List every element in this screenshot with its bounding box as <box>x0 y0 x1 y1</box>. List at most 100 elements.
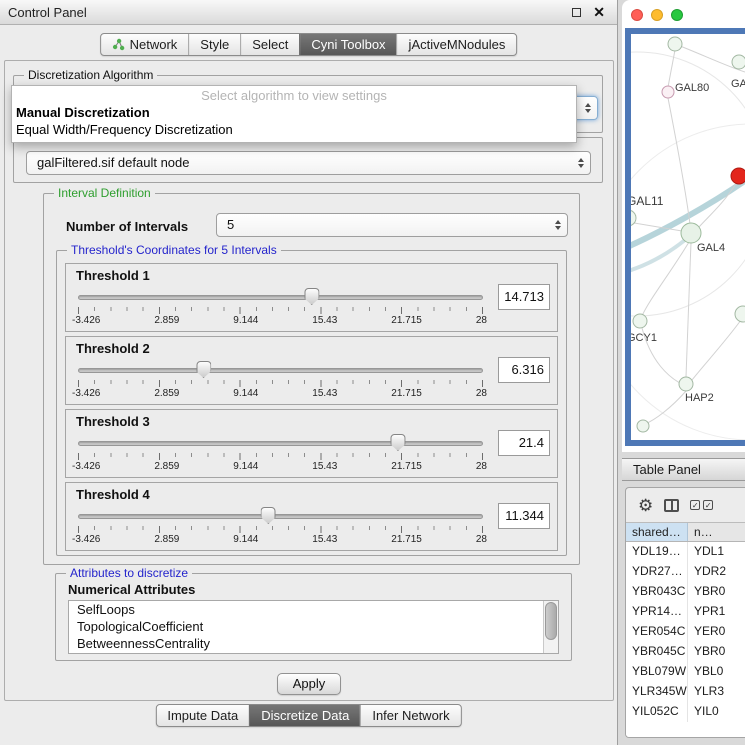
tab-select[interactable]: Select <box>240 34 299 55</box>
tab-infer-network[interactable]: Infer Network <box>360 705 460 726</box>
minimize-traffic-icon[interactable] <box>651 9 663 21</box>
table-row[interactable]: YDR27…YDR2 <box>626 562 745 582</box>
tick-label: 15.43 <box>312 534 337 545</box>
table-panel-title: Table Panel <box>633 462 701 477</box>
combo-arrows-icon <box>555 220 561 230</box>
slider-track[interactable] <box>78 295 483 300</box>
threshold-1-slider[interactable]: -3.4262.8599.14415.4321.71528 <box>78 286 483 330</box>
node-label[interactable]: GCY1 <box>631 332 657 344</box>
threshold-label: Threshold 2 <box>76 341 150 356</box>
table-data-combo[interactable]: galFiltered.sif default node <box>26 151 591 175</box>
table-row[interactable]: YER054CYER0 <box>626 622 745 642</box>
threshold-3-value-field[interactable]: 21.4 <box>498 430 550 456</box>
table-row[interactable]: YLR345WYLR3 <box>626 682 745 702</box>
slider-track[interactable] <box>78 368 483 373</box>
tick-label: 2.859 <box>154 388 179 399</box>
threshold-2-value-field[interactable]: 6.316 <box>498 357 550 383</box>
column-header-name[interactable]: n… <box>688 523 745 541</box>
combo-arrows-icon <box>585 103 591 113</box>
dropdown-option-manual-discretization[interactable]: Manual Discretization <box>12 104 576 121</box>
tab-label: Discretize Data <box>261 708 349 723</box>
slider-ticks-major <box>78 526 483 533</box>
node-label[interactable]: GAL11 <box>631 194 663 208</box>
tick-label: 28 <box>476 388 487 399</box>
close-icon[interactable]: ✕ <box>593 5 605 19</box>
attribute-item[interactable]: TopologicalCoefficient <box>69 618 558 635</box>
table-row[interactable]: YBL079WYBL0 <box>626 662 745 682</box>
threshold-2-slider[interactable]: -3.4262.8599.14415.4321.71528 <box>78 359 483 403</box>
apply-button[interactable]: Apply <box>277 673 341 695</box>
checkbox-icon[interactable]: ✓ <box>690 500 700 510</box>
interval-definition-group: Interval Definition Number of Intervals … <box>43 193 580 565</box>
slider-track[interactable] <box>78 514 483 519</box>
tab-jactivemnodules[interactable]: jActiveMNodules <box>397 34 517 55</box>
table-row[interactable]: YBR045CYBR0 <box>626 642 745 662</box>
network-graph <box>631 34 745 440</box>
table-cell: YER054C <box>626 622 688 642</box>
tick-label: 28 <box>476 315 487 326</box>
tab-impute-data[interactable]: Impute Data <box>156 705 249 726</box>
table-data-group: Table Data galFiltered.sif default node <box>13 137 603 183</box>
number-of-intervals-combo[interactable]: 5 <box>216 213 568 237</box>
tick-label: 2.859 <box>154 315 179 326</box>
tab-label: Infer Network <box>372 708 449 723</box>
tab-style[interactable]: Style <box>188 34 240 55</box>
attribute-item[interactable]: BetweennessCentrality <box>69 635 558 652</box>
tick-labels: -3.4262.8599.14415.4321.71528 <box>72 315 487 326</box>
slider-thumb[interactable] <box>261 507 276 524</box>
slider-ticks-major <box>78 307 483 314</box>
node-label[interactable]: HAP2 <box>685 392 714 404</box>
scrollbar-thumb[interactable] <box>545 602 557 640</box>
table-row[interactable]: YIL052CYIL0 <box>626 702 745 722</box>
slider-thumb[interactable] <box>304 288 319 305</box>
close-traffic-icon[interactable] <box>631 9 643 21</box>
list-scrollbar[interactable] <box>543 601 558 653</box>
dropdown-option-equal-width-frequency[interactable]: Equal Width/Frequency Discretization <box>12 121 576 138</box>
tick-label: 21.715 <box>391 534 422 545</box>
threshold-1-value-field[interactable]: 14.713 <box>498 284 550 310</box>
table-toolbar: ⚙ ✓ ✓ <box>626 488 745 522</box>
threshold-4-slider[interactable]: -3.4262.8599.14415.4321.71528 <box>78 505 483 549</box>
tick-labels: -3.4262.8599.14415.4321.71528 <box>72 534 487 545</box>
attribute-item[interactable]: SelfLoops <box>69 601 558 618</box>
slider-thumb[interactable] <box>196 361 211 378</box>
gear-icon[interactable]: ⚙ <box>638 497 653 514</box>
network-canvas[interactable]: GAL80 GA GAL11 GAL4 GCY1 HAP2 <box>631 34 745 440</box>
table-row[interactable]: YBR043CYBR0 <box>626 582 745 602</box>
table-row[interactable]: YPR145WYPR1 <box>626 602 745 622</box>
tab-cyni-toolbox[interactable]: Cyni Toolbox <box>299 34 396 55</box>
table-body: YDL19…YDL1YDR27…YDR2YBR043CYBR0YPR145WYP… <box>626 542 745 738</box>
dropdown-placeholder: Select algorithm to view settings <box>12 87 576 104</box>
table-row[interactable]: YDL19…YDL1 <box>626 542 745 562</box>
tab-discretize-data[interactable]: Discretize Data <box>249 705 360 726</box>
threshold-label: Threshold 3 <box>76 414 150 429</box>
threshold-4-panel: Threshold 4 -3.4262.8599.14415.4321.7152… <box>65 482 558 551</box>
tab-network[interactable]: Network <box>101 34 189 55</box>
table-cell: YPR1 <box>688 602 745 622</box>
slider-thumb[interactable] <box>390 434 405 451</box>
group-title: Attributes to discretize <box>66 566 192 580</box>
table-cell: YBL079W <box>626 662 688 682</box>
tick-label: 28 <box>476 534 487 545</box>
threshold-4-value-field[interactable]: 11.344 <box>498 503 550 529</box>
numerical-attributes-list[interactable]: SelfLoopsTopologicalCoefficientBetweenne… <box>68 600 559 654</box>
threshold-label: Threshold 1 <box>76 268 150 283</box>
zoom-traffic-icon[interactable] <box>671 9 683 21</box>
node-label[interactable]: GAL80 <box>675 82 709 94</box>
threshold-2-panel: Threshold 2 -3.4262.8599.14415.4321.7152… <box>65 336 558 405</box>
node-label[interactable]: GAL4 <box>697 242 725 254</box>
columns-icon[interactable] <box>664 499 679 512</box>
slider-track[interactable] <box>78 441 483 446</box>
tab-label: Select <box>252 37 288 52</box>
network-view-window: GAL80 GA GAL11 GAL4 GCY1 HAP2 <box>622 0 745 452</box>
threshold-3-slider[interactable]: -3.4262.8599.14415.4321.71528 <box>78 432 483 476</box>
node-label[interactable]: GA <box>731 78 745 90</box>
table-cell: YDR27… <box>626 562 688 582</box>
tick-label: 9.144 <box>233 461 258 472</box>
column-header-shared-name[interactable]: shared… <box>626 523 688 541</box>
checkbox-icon[interactable]: ✓ <box>703 500 713 510</box>
float-window-icon[interactable] <box>572 8 581 17</box>
table-cell: YPR145W <box>626 602 688 622</box>
tick-label: -3.426 <box>72 461 100 472</box>
numerical-attributes-label: Numerical Attributes <box>68 582 195 597</box>
